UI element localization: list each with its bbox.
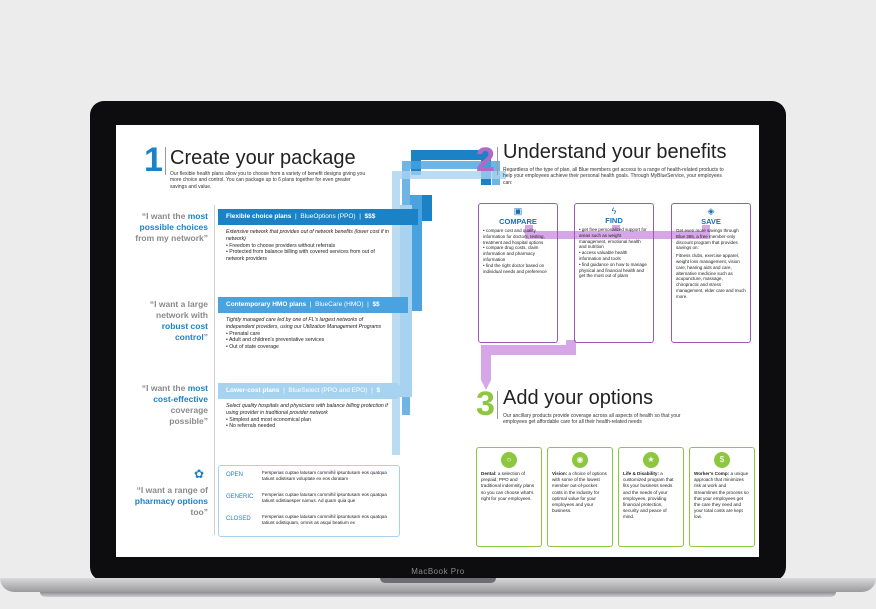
benefit-line: • compare cost and quality information f… bbox=[483, 228, 545, 245]
step-2-intro: Regardless of the type of plan, all Blue… bbox=[503, 167, 724, 186]
quote-text: “I want a range of bbox=[136, 485, 208, 495]
pharmacy-text-open: Fersperias cuptae latusam commihil ipsun… bbox=[262, 470, 387, 481]
option-vision: ◉ Vision: a choice of options with some … bbox=[547, 447, 613, 547]
option-text: a customized program that fits your busi… bbox=[623, 471, 674, 520]
plan-bar-lower-cost[interactable]: Lower-cost plans | BlueSelect (PPO and E… bbox=[218, 383, 398, 399]
pharmacy-text-closed: Fersperias cuptae latusam commihil ipsun… bbox=[262, 514, 387, 525]
step-3-divider bbox=[497, 391, 498, 419]
plan-title: Flexible choice plans bbox=[226, 213, 292, 220]
benefit-save: ◈ SAVE Get even more savings through Blu… bbox=[671, 203, 751, 343]
quote-choices: “I want the most possible choices from m… bbox=[130, 211, 208, 244]
benefit-title: FIND bbox=[605, 216, 623, 225]
device-label: MacBook Pro bbox=[411, 567, 465, 576]
plan-price: $$$ bbox=[364, 213, 376, 220]
plan-desc-lower-cost: Select quality hospitals and physicians … bbox=[226, 403, 391, 430]
quote-pharmacy: “I want a range of pharmacy options too” bbox=[130, 485, 208, 518]
step-1-intro: Our flexible health plans allow you to c… bbox=[170, 171, 366, 190]
step-2-number: 2 bbox=[476, 141, 495, 179]
plan-sub: BlueSelect (PPO and EPO) bbox=[288, 387, 368, 394]
plan-bar-flexible[interactable]: Flexible choice plans | BlueOptions (PPO… bbox=[218, 209, 418, 225]
option-head: Dental: bbox=[481, 471, 497, 476]
benefit-line: Get even more savings through Blue 365, … bbox=[676, 228, 739, 251]
plan-bullet: • Protected from balance billing with co… bbox=[226, 249, 375, 263]
plan-title: Lower-cost plans bbox=[226, 387, 280, 394]
benefit-line: • find guidance on how to manage physica… bbox=[579, 261, 647, 279]
plan-sub: BlueOptions (PPO) bbox=[300, 213, 356, 220]
benefit-line: • access valuable health information and… bbox=[579, 250, 628, 261]
option-text: a choice of options with some of the low… bbox=[552, 471, 607, 514]
quote-text: “I want the bbox=[141, 383, 188, 393]
screen: 1 Create your package Our flexible healt… bbox=[116, 125, 759, 557]
plan-desc-hmo: Tightly managed care led by one of FL's … bbox=[226, 317, 391, 351]
benefit-line: • get free personalized support for area… bbox=[579, 227, 647, 250]
plan-bullet: • Adult and children's preventative serv… bbox=[226, 337, 325, 344]
vertical-rule bbox=[214, 205, 215, 535]
plan-title: Contemporary HMO plans bbox=[226, 301, 307, 308]
plan-price: $ bbox=[376, 387, 381, 394]
pharmacy-icon: ✿ bbox=[194, 467, 205, 481]
plan-bullet: • Prenatal care bbox=[226, 330, 261, 337]
compare-icon: ▣ bbox=[513, 206, 523, 216]
option-dental: ○ Dental: a selection of prepaid, PPO an… bbox=[476, 447, 542, 547]
step-2-title: Understand your benefits bbox=[503, 141, 727, 163]
plan-price: $$ bbox=[372, 301, 380, 308]
option-head: Worker's Comp: bbox=[694, 471, 730, 476]
plan-bullet: • Freedom to choose providers without re… bbox=[226, 242, 336, 249]
step-2-divider bbox=[497, 147, 498, 175]
benefit-title: COMPARE bbox=[499, 217, 537, 226]
step-3-number: 3 bbox=[476, 385, 495, 423]
plan-desc: Tightly managed care led by one of FL's … bbox=[226, 317, 382, 330]
step-3-intro: Our ancillary products provide coverage … bbox=[503, 413, 681, 426]
step-3-title: Add your options bbox=[503, 387, 654, 409]
quote-text: ” bbox=[203, 332, 208, 342]
step-1-title: Create your package bbox=[170, 147, 356, 169]
step-1-number: 1 bbox=[144, 141, 163, 179]
person-icon: ★ bbox=[643, 452, 659, 468]
option-workers-comp: $ Worker's Comp: a unique approach that … bbox=[689, 447, 755, 547]
benefit-line: Fitness clubs, exercise apparel, weight … bbox=[676, 253, 746, 299]
plan-bullet: • Simplest and most economical plan bbox=[226, 416, 311, 423]
benefit-compare: ▣ COMPARE • compare cost and quality inf… bbox=[478, 203, 558, 343]
eye-icon: ◉ bbox=[572, 452, 588, 468]
quote-network: “I want a large network with robust cost… bbox=[130, 299, 208, 343]
plan-desc: Select quality hospitals and physicians … bbox=[226, 403, 388, 416]
benefit-line: • find the right doctor based on individ… bbox=[483, 262, 547, 274]
option-life-disability: ★ Life & Disability: a customized progra… bbox=[618, 447, 684, 547]
laptop-foot bbox=[40, 592, 836, 597]
pharmacy-type-open: OPEN bbox=[226, 472, 244, 478]
plan-bar-hmo[interactable]: Contemporary HMO plans | BlueCare (HMO) … bbox=[218, 297, 408, 313]
quote-highlight: robust cost control bbox=[161, 321, 208, 342]
quote-highlight: pharmacy options bbox=[134, 496, 208, 506]
plan-bullet: • No referrals needed bbox=[226, 423, 276, 430]
quote-text: “I want the bbox=[141, 211, 188, 221]
quote-cost: “I want the most cost-effective coverage… bbox=[130, 383, 208, 427]
benefit-find: ϟ FIND • get free personalized support f… bbox=[574, 203, 654, 343]
save-icon: ◈ bbox=[707, 206, 715, 216]
quote-text: coverage possible” bbox=[169, 405, 208, 426]
option-text: a unique approach that minimizes risk at… bbox=[694, 471, 749, 520]
laptop-notch bbox=[380, 578, 496, 583]
plan-desc-flexible: Extensive network that provides out of n… bbox=[226, 229, 391, 263]
money-icon: $ bbox=[714, 452, 730, 468]
quote-text: from my network” bbox=[135, 233, 208, 243]
option-head: Life & Disability: bbox=[623, 471, 659, 476]
find-icon: ϟ bbox=[611, 206, 617, 216]
quote-text: “I want a large network with bbox=[149, 299, 208, 320]
step-1-divider bbox=[165, 147, 166, 175]
benefit-line: • compare drug costs, claim information … bbox=[483, 245, 539, 262]
pharmacy-text-generic: Fersperias cuptae latusam commihil ipsun… bbox=[262, 492, 387, 503]
benefit-title: SAVE bbox=[701, 217, 721, 226]
plan-bullet: • Out of state coverage bbox=[226, 344, 279, 351]
pharmacy-type-generic: GENERIC bbox=[226, 494, 254, 500]
tooth-icon: ○ bbox=[501, 452, 517, 468]
pharmacy-type-closed: CLOSED bbox=[226, 516, 251, 522]
plan-desc: Extensive network that provides out of n… bbox=[226, 229, 389, 242]
plan-sub: BlueCare (HMO) bbox=[315, 301, 364, 308]
option-head: Vision: bbox=[552, 471, 568, 476]
quote-text: too” bbox=[190, 507, 208, 517]
